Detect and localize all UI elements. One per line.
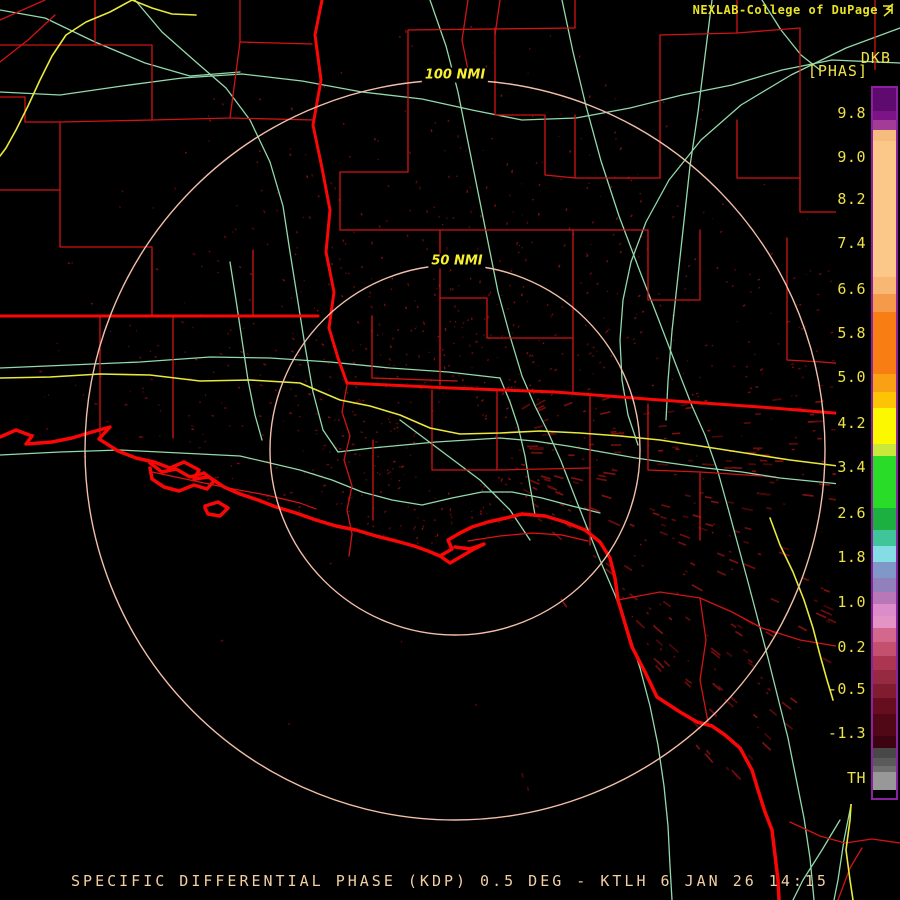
colorbar-segment — [873, 562, 896, 578]
scale-value-label: 3.4 — [837, 458, 866, 476]
state-borders — [0, 0, 848, 416]
colorbar-phase-label: [PHAS] — [807, 62, 868, 80]
colorbar-segment — [873, 772, 896, 790]
colorbar-segment — [873, 670, 896, 684]
colorbar-segment — [873, 88, 896, 111]
roads-green — [0, 0, 900, 900]
radar-echo-noise — [32, 25, 842, 792]
colorbar-segment — [873, 628, 896, 642]
colorbar-segment — [873, 714, 896, 736]
colorbar-segment — [873, 130, 896, 141]
brand-text: NEXLAB-College of DuPage — [692, 3, 878, 17]
range-ring-label: 100 NMI — [421, 67, 489, 83]
colorbar-segment — [873, 141, 896, 277]
colorbar-segment — [873, 508, 896, 530]
colorbar-segment — [873, 616, 896, 628]
scale-value-label: 8.2 — [837, 190, 866, 208]
scale-value-label: 9.8 — [837, 104, 866, 122]
scale-value-label: TH — [846, 769, 866, 787]
site-brand: NEXLAB-College of DuPage — [693, 3, 895, 17]
colorbar — [871, 86, 898, 800]
colorbar-segment — [873, 736, 896, 748]
colorbar-segment — [873, 698, 896, 714]
scale-value-label: 1.0 — [837, 593, 866, 611]
colorbar-segment — [873, 294, 896, 312]
colorbar-segment — [873, 277, 896, 294]
scale-value-label: 5.8 — [837, 324, 866, 342]
scale-value-label: 0.2 — [837, 638, 866, 656]
scale-value-label: 7.4 — [837, 234, 866, 252]
colorbar-segment — [873, 456, 896, 508]
colorbar-segment — [873, 758, 896, 766]
colorbar-segment — [873, 120, 896, 130]
colorbar-segment — [873, 530, 896, 546]
colorbar-segment — [873, 374, 896, 392]
colorbar-segment — [873, 408, 896, 444]
scale-value-label: 5.0 — [837, 368, 866, 386]
scale-value-label: 4.2 — [837, 414, 866, 432]
scale-value-label: 9.0 — [837, 148, 866, 166]
colorbar-segment — [873, 684, 896, 698]
scale-value-label: 6.6 — [837, 280, 866, 298]
colorbar-segment — [873, 642, 896, 656]
scale-value-label: 2.6 — [837, 504, 866, 522]
colorbar-segment — [873, 748, 896, 758]
cod-logo-icon — [883, 3, 894, 17]
counties — [0, 0, 900, 900]
range-rings — [84, 79, 826, 821]
colorbar-segment — [873, 312, 896, 374]
colorbar-segment — [873, 578, 896, 592]
scale-value-label: 1.8 — [837, 548, 866, 566]
colorbar-segment — [873, 790, 896, 798]
colorbar-segment — [873, 444, 896, 456]
range-ring-label: 50 NMI — [428, 253, 486, 269]
scale-value-label: -0.5 — [827, 680, 866, 698]
colorbar-segment — [873, 392, 896, 408]
colorbar-segment — [873, 111, 896, 120]
colorbar-segment — [873, 604, 896, 616]
colorbar-segment — [873, 656, 896, 670]
coastline — [0, 425, 781, 900]
colorbar-segment — [873, 592, 896, 604]
colorbar-segment — [873, 546, 896, 562]
scale-value-label: -1.3 — [827, 724, 866, 742]
radar-map — [0, 0, 900, 900]
product-title: SPECIFIC DIFFERENTIAL PHASE (KDP) 0.5 DE… — [71, 872, 829, 890]
radar-viewport: 9.8 9.0 8.2 7.4 6.6 5.8 5.0 4.2 3.4 2.6 1.8 1.0 0.2 -… — [0, 0, 900, 900]
